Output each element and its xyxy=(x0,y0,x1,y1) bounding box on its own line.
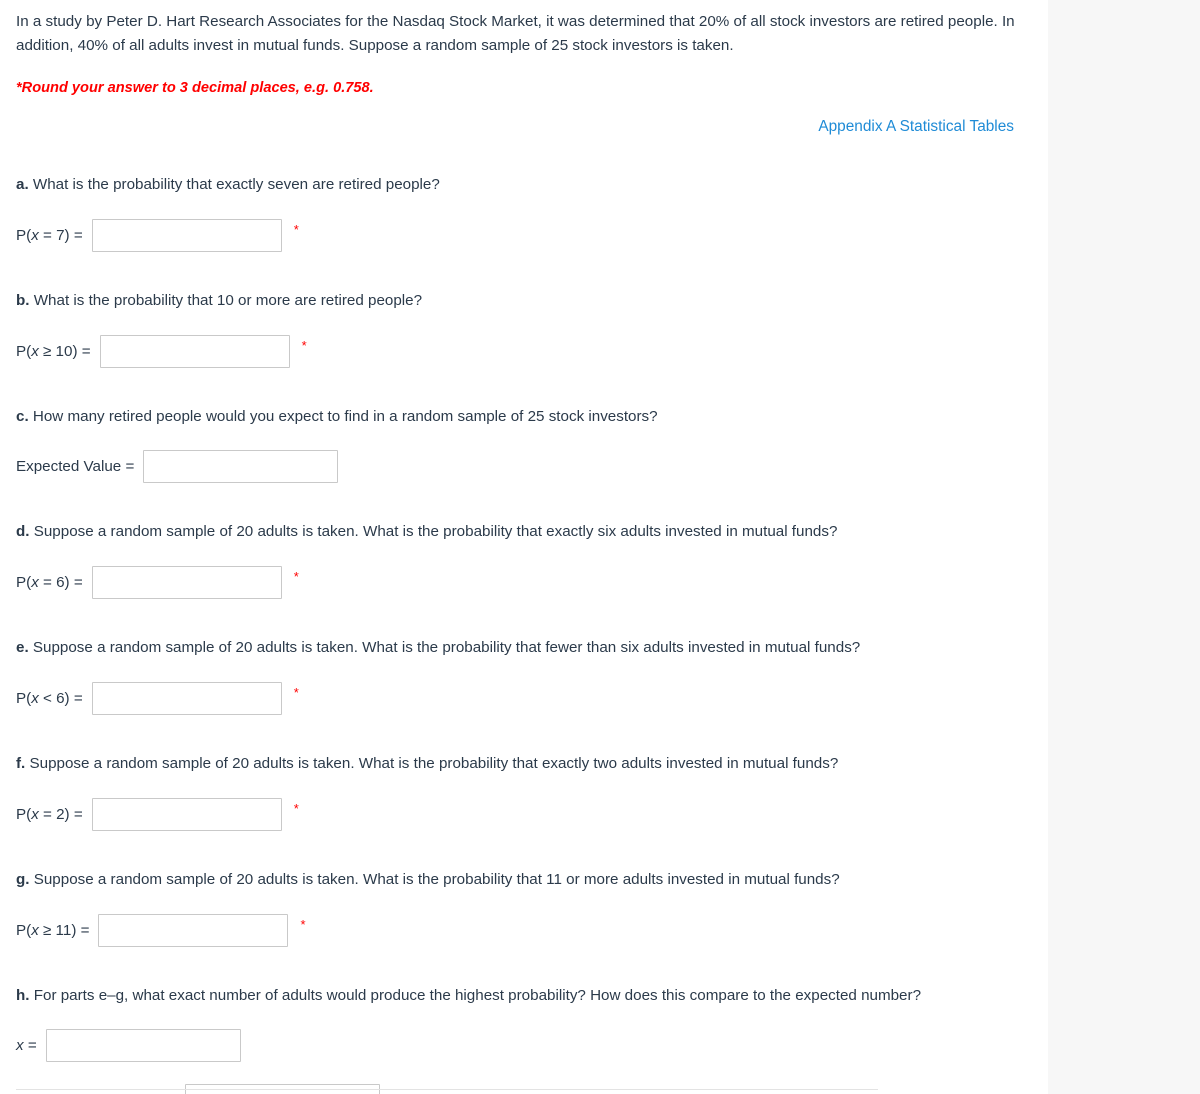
question-a-text: a. What is the probability that exactly … xyxy=(16,174,1030,197)
question-f-body: Suppose a random sample of 20 adults is … xyxy=(25,755,839,773)
question-f-answer-label: P(x = 2) = xyxy=(16,806,92,823)
question-c: c. How many retired people would you exp… xyxy=(16,406,1030,484)
question-g-input[interactable] xyxy=(98,913,289,947)
question-a-answer-label: P(x = 7) = xyxy=(16,227,92,244)
question-h-x-label: x = xyxy=(16,1037,46,1054)
question-c-body: How many retired people would you expect… xyxy=(28,407,658,425)
answer-suffix: < 6) = xyxy=(38,690,83,708)
appendix-a-statistical-tables-link[interactable]: Appendix A Statistical Tables xyxy=(818,118,1014,135)
question-c-text: c. How many retired people would you exp… xyxy=(16,406,1030,429)
rounding-note: *Round your answer to 3 decimal places, … xyxy=(16,80,374,97)
question-g: g. Suppose a random sample of 20 adults … xyxy=(16,869,1030,947)
answer-prefix: P( xyxy=(16,921,32,939)
question-d-answer-row: P(x = 6) = * xyxy=(16,566,1030,600)
question-d-label: d. xyxy=(16,523,30,541)
answer-variable: x xyxy=(31,574,39,592)
question-e-required-marker: * xyxy=(293,685,299,701)
question-d-required-marker: * xyxy=(293,569,299,585)
appendix-link-row: Appendix A Statistical Tables xyxy=(16,118,1030,136)
question-h: h. For parts e–g, what exact number of a… xyxy=(16,985,1030,1094)
question-h-body: For parts e–g, what exact number of adul… xyxy=(29,986,922,1004)
question-h-label: h. xyxy=(16,986,30,1004)
answer-prefix: P( xyxy=(16,805,32,823)
question-b-label: b. xyxy=(16,291,30,309)
page-root: In a study by Peter D. Hart Research Ass… xyxy=(0,0,1200,1094)
answer-variable: x xyxy=(31,690,39,708)
answer-suffix: = xyxy=(23,1037,37,1055)
question-b: b. What is the probability that 10 or mo… xyxy=(16,290,1030,368)
question-h-text: h. For parts e–g, what exact number of a… xyxy=(16,985,1030,1008)
answer-prefix: P( xyxy=(16,226,32,244)
question-a-answer-row: P(x = 7) = * xyxy=(16,218,1030,252)
question-a-required-marker: * xyxy=(293,221,299,237)
question-d: d. Suppose a random sample of 20 adults … xyxy=(16,521,1030,600)
question-h-x-input[interactable] xyxy=(45,1029,241,1063)
question-g-label: g. xyxy=(16,870,30,888)
question-b-required-marker: * xyxy=(301,337,307,353)
question-e-answer-label: P(x < 6) = xyxy=(16,690,92,707)
question-g-text: g. Suppose a random sample of 20 adults … xyxy=(16,869,1030,892)
answer-variable: x xyxy=(31,921,39,939)
answer-variable: x xyxy=(16,1037,24,1055)
answer-prefix: P( xyxy=(16,342,32,360)
question-c-answer-label: Expected Value = xyxy=(16,458,135,476)
question-e-body: Suppose a random sample of 20 adults is … xyxy=(28,639,861,657)
question-f-required-marker: * xyxy=(293,800,299,816)
question-b-input[interactable] xyxy=(99,334,290,368)
question-f-input[interactable] xyxy=(91,797,282,831)
question-a-body: What is the probability that exactly sev… xyxy=(28,176,440,194)
content-inner: In a study by Peter D. Hart Research Ass… xyxy=(0,0,1048,1094)
answer-prefix: P( xyxy=(16,690,32,708)
question-e: e. Suppose a random sample of 20 adults … xyxy=(16,637,1030,716)
answer-prefix: P( xyxy=(16,574,32,592)
question-c-answer-row: Expected Value = xyxy=(16,450,1030,484)
question-e-input[interactable] xyxy=(91,682,282,716)
question-g-answer-row: P(x ≥ 11) = * xyxy=(16,913,1030,947)
question-g-required-marker: * xyxy=(300,916,306,932)
question-d-input[interactable] xyxy=(91,566,282,600)
expected-value-input[interactable] xyxy=(143,450,339,484)
content-sheet: In a study by Peter D. Hart Research Ass… xyxy=(0,0,1048,1094)
question-b-body: What is the probability that 10 or more … xyxy=(29,291,423,309)
answer-variable: x xyxy=(31,805,39,823)
question-a-input[interactable] xyxy=(91,218,282,252)
question-b-answer-row: P(x ≥ 10) = * xyxy=(16,334,1030,368)
question-c-label: c. xyxy=(16,407,29,425)
bottom-divider xyxy=(16,1089,878,1090)
answer-suffix: = 6) = xyxy=(38,574,83,592)
question-e-text: e. Suppose a random sample of 20 adults … xyxy=(16,637,1030,660)
question-e-answer-row: P(x < 6) = * xyxy=(16,682,1030,716)
question-d-answer-label: P(x = 6) = xyxy=(16,574,92,591)
question-b-answer-label: P(x ≥ 10) = xyxy=(16,343,100,360)
answer-suffix: = 2) = xyxy=(38,805,83,823)
question-f: f. Suppose a random sample of 20 adults … xyxy=(16,753,1030,831)
question-e-label: e. xyxy=(16,639,29,657)
question-d-body: Suppose a random sample of 20 adults is … xyxy=(29,523,838,541)
question-h-answer-row-x: x = xyxy=(16,1029,1030,1063)
question-a: a. What is the probability that exactly … xyxy=(16,174,1030,252)
question-f-label: f. xyxy=(16,755,26,773)
question-d-text: d. Suppose a random sample of 20 adults … xyxy=(16,521,1030,544)
question-a-label: a. xyxy=(16,176,29,194)
answer-variable: x xyxy=(31,342,39,360)
question-b-text: b. What is the probability that 10 or mo… xyxy=(16,290,1030,313)
answer-variable: x xyxy=(31,226,39,244)
problem-statement: In a study by Peter D. Hart Research Ass… xyxy=(16,13,1015,55)
answer-suffix: ≥ 11) = xyxy=(38,921,90,939)
question-f-answer-row: P(x = 2) = * xyxy=(16,797,1030,831)
question-g-body: Suppose a random sample of 20 adults is … xyxy=(29,870,840,888)
answer-suffix: = 7) = xyxy=(38,226,83,244)
question-f-text: f. Suppose a random sample of 20 adults … xyxy=(16,753,1030,776)
question-g-answer-label: P(x ≥ 11) = xyxy=(16,922,98,939)
answer-suffix: ≥ 10) = xyxy=(38,342,91,360)
